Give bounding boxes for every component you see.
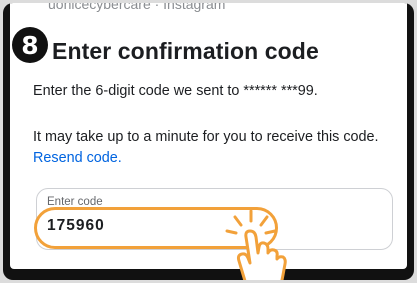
resend-code-link[interactable]: Resend code. bbox=[33, 150, 122, 166]
page-title: Enter confirmation code bbox=[52, 38, 319, 64]
wait-text-body: It may take up to a minute for you to re… bbox=[33, 129, 379, 145]
device-frame: uonicecybercare · Instagram Enter confir… bbox=[3, 3, 414, 280]
code-sent-text: Enter the 6-digit code we sent to ******… bbox=[33, 83, 318, 99]
step-number-badge: 8 bbox=[12, 27, 48, 63]
wait-text: It may take up to a minute for you to re… bbox=[33, 127, 393, 169]
account-line: uonicecybercare · Instagram bbox=[48, 3, 226, 12]
screen: uonicecybercare · Instagram Enter confir… bbox=[10, 3, 407, 280]
tap-hand-icon bbox=[225, 209, 287, 280]
